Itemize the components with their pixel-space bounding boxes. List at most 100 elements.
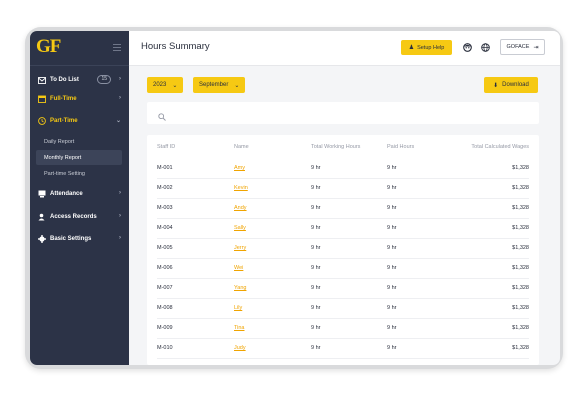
cell-total-wages: $1,328 xyxy=(512,225,529,231)
sidebar-subitem-daily-report[interactable]: Daily Report xyxy=(36,134,122,149)
cell-total-working-hours: 9 hr xyxy=(311,245,321,251)
logo-row: GF xyxy=(30,31,129,66)
download-button[interactable]: ⬇ Download xyxy=(484,77,538,93)
globe-icon[interactable] xyxy=(480,42,490,52)
top-bar: Hours Summary ♟ Setup Help GOFACE ⇥ xyxy=(129,31,560,66)
sidebar-subitem-part-time-setting[interactable]: Part-time Setting xyxy=(36,166,122,181)
cell-name-link[interactable]: Kevin xyxy=(234,185,248,191)
cell-paid-hours: 9 hr xyxy=(387,285,397,291)
sidebar-item-label: Part-Time xyxy=(50,118,78,124)
table-row: M-001 Amy 9 hr 9 hr $1,328 xyxy=(157,158,529,179)
cell-total-wages: $1,328 xyxy=(512,165,529,171)
setup-help-button[interactable]: ♟ Setup Help xyxy=(401,40,452,55)
sidebar-item-label: Full-Time xyxy=(50,96,77,102)
cell-total-working-hours: 9 hr xyxy=(311,345,321,351)
cell-total-wages: $1,328 xyxy=(512,185,529,191)
cell-name-link[interactable]: Tina xyxy=(234,325,245,331)
todo-count-badge: 15 xyxy=(97,75,111,84)
attendance-icon xyxy=(37,190,46,199)
sidebar-item-todo[interactable]: To Do List 15 › xyxy=(30,71,129,89)
cell-total-working-hours: 9 hr xyxy=(311,225,321,231)
sidebar-item-label: To Do List xyxy=(50,77,79,83)
sidebar-item-part-time[interactable]: Part-Time ⌄ xyxy=(30,112,129,130)
cell-name-link[interactable]: Lily xyxy=(234,305,242,311)
cell-name-link[interactable]: Wei xyxy=(234,265,243,271)
sidebar-item-attendance[interactable]: Attendance › xyxy=(30,185,129,203)
cell-total-wages: $1,328 xyxy=(512,245,529,251)
table-row: M-005 Jerry 9 hr 9 hr $1,328 xyxy=(157,238,529,259)
cell-paid-hours: 9 hr xyxy=(387,225,397,231)
column-header-paid-hours: Paid Hours xyxy=(387,144,415,150)
gear-icon xyxy=(37,235,46,244)
table-row: M-006 Wei 9 hr 9 hr $1,328 xyxy=(157,258,529,279)
chevron-down-icon: ⌄ xyxy=(172,82,178,89)
cell-total-wages: $1,328 xyxy=(512,305,529,311)
cell-total-wages: $1,328 xyxy=(512,205,529,211)
cell-total-wages: $1,328 xyxy=(512,325,529,331)
sidebar-item-label: Attendance xyxy=(50,191,83,197)
sidebar-item-basic-settings[interactable]: Basic Settings › xyxy=(30,230,129,248)
cell-staff-id: M-007 xyxy=(157,285,173,291)
cell-paid-hours: 9 hr xyxy=(387,245,397,251)
cell-staff-id: M-008 xyxy=(157,305,173,311)
goface-logout-button[interactable]: GOFACE ⇥ xyxy=(500,39,545,55)
logout-icon: ⇥ xyxy=(533,44,539,51)
search-input[interactable] xyxy=(173,106,527,122)
year-select[interactable]: 2023 ⌄ xyxy=(147,77,184,93)
chevron-down-icon: ⌄ xyxy=(234,82,240,89)
menu-toggle-icon[interactable] xyxy=(113,44,121,51)
chevron-right-icon: › xyxy=(119,235,121,241)
table-row: M-010 Judy 9 hr 9 hr $1,328 xyxy=(157,338,529,359)
cell-staff-id: M-002 xyxy=(157,185,173,191)
calendar-icon xyxy=(37,95,46,104)
column-header-staff-id: Staff ID xyxy=(157,144,176,150)
user-icon xyxy=(37,213,46,222)
cell-name-link[interactable]: Yang xyxy=(234,285,246,291)
cell-staff-id: M-001 xyxy=(157,165,173,171)
cell-total-working-hours: 9 hr xyxy=(311,285,321,291)
table-row: M-008 Lily 9 hr 9 hr $1,328 xyxy=(157,298,529,319)
cell-total-wages: $1,328 xyxy=(512,345,529,351)
cell-total-wages: $1,328 xyxy=(512,285,529,291)
cell-name-link[interactable]: Andy xyxy=(234,205,247,211)
sidebar-item-full-time[interactable]: Full-Time › xyxy=(30,90,129,108)
sidebar-item-label: Basic Settings xyxy=(50,236,92,242)
cell-staff-id: M-010 xyxy=(157,345,173,351)
sidebar-subitem-monthly-report[interactable]: Monthly Report xyxy=(36,150,122,165)
cell-staff-id: M-006 xyxy=(157,265,173,271)
page-title: Hours Summary xyxy=(141,41,210,52)
cell-total-working-hours: 9 hr xyxy=(311,205,321,211)
column-header-name: Name xyxy=(234,144,249,150)
search-bar xyxy=(147,102,539,124)
sidebar: GF To Do List 15 › Full-Time › Part-Time… xyxy=(30,31,129,365)
cell-name-link[interactable]: Judy xyxy=(234,345,246,351)
chevron-right-icon: › xyxy=(119,95,121,101)
cell-total-working-hours: 9 hr xyxy=(311,185,321,191)
cell-paid-hours: 9 hr xyxy=(387,265,397,271)
cell-total-working-hours: 9 hr xyxy=(311,305,321,311)
cell-paid-hours: 9 hr xyxy=(387,345,397,351)
sidebar-item-label: Access Records xyxy=(50,214,97,220)
chevron-right-icon: › xyxy=(119,213,121,219)
chevron-down-icon: ⌄ xyxy=(115,118,121,124)
table-row: M-002 Kevin 9 hr 9 hr $1,328 xyxy=(157,178,529,199)
cell-paid-hours: 9 hr xyxy=(387,305,397,311)
cell-total-working-hours: 9 hr xyxy=(311,165,321,171)
hours-table: Staff ID Name Total Working Hours Paid H… xyxy=(147,135,539,365)
inbox-icon xyxy=(37,76,46,85)
table-row: M-004 Sally 9 hr 9 hr $1,328 xyxy=(157,218,529,239)
cell-name-link[interactable]: Amy xyxy=(234,165,245,171)
cell-staff-id: M-005 xyxy=(157,245,173,251)
face-icon[interactable] xyxy=(462,42,472,52)
column-header-total-wages: Total Calculated Wages xyxy=(471,144,529,150)
sidebar-item-access-records[interactable]: Access Records › xyxy=(30,208,129,226)
cell-total-wages: $1,328 xyxy=(512,265,529,271)
app-logo: GF xyxy=(36,36,61,57)
cell-name-link[interactable]: Sally xyxy=(234,225,246,231)
cell-name-link[interactable]: Jerry xyxy=(234,245,246,251)
app-window: GF To Do List 15 › Full-Time › Part-Time… xyxy=(30,31,560,365)
month-select[interactable]: September ⌄ xyxy=(193,77,246,93)
chevron-right-icon: › xyxy=(119,190,121,196)
cell-paid-hours: 9 hr xyxy=(387,205,397,211)
column-header-total-working-hours: Total Working Hours xyxy=(311,144,361,150)
